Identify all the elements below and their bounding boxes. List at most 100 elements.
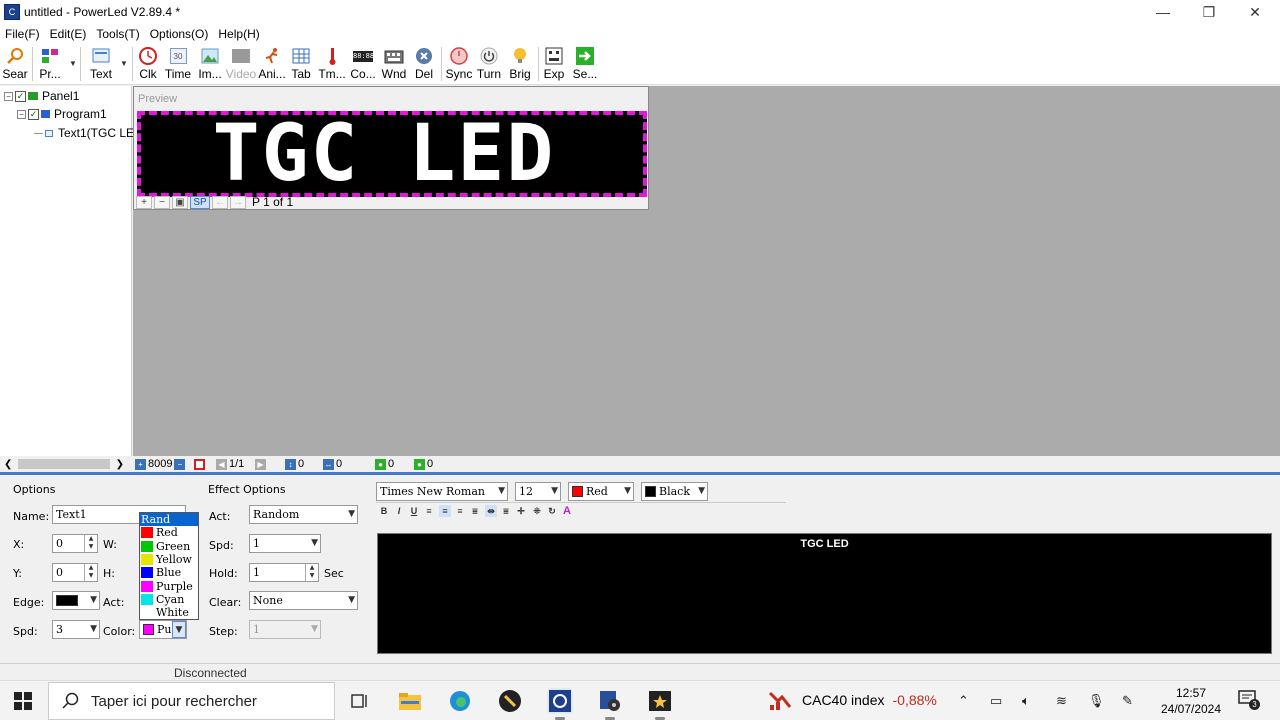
time-button[interactable]: 30 Time	[164, 45, 192, 83]
send-button[interactable]: Se...	[572, 45, 598, 83]
zoom-out-button[interactable]: −	[154, 195, 170, 209]
font-color-icon[interactable]: A	[561, 505, 573, 517]
color-dropdown-list[interactable]: Rand Red Green Yellow Blue Purple Cyan White	[139, 512, 199, 620]
minimize-icon[interactable]: —	[1140, 0, 1186, 24]
search-button[interactable]: Sear	[2, 45, 28, 83]
pen-icon[interactable]: ✎	[1122, 693, 1133, 709]
collapse-icon[interactable]: −	[4, 91, 13, 101]
checkbox-icon[interactable]: ✓	[15, 90, 26, 102]
microphone-icon[interactable]: 🎙︎	[1088, 693, 1105, 709]
back-color-select[interactable]: Black ▼	[641, 482, 708, 501]
font-size-select[interactable]: 12 ▼	[515, 482, 561, 501]
sync-button[interactable]: Sync	[446, 45, 472, 83]
counter-button[interactable]: 88:88 Co...	[350, 45, 376, 83]
effect-speed-select[interactable]: 1 ▼	[249, 534, 321, 553]
app-icon-dark[interactable]	[497, 688, 523, 714]
tree-node-text[interactable]: Text1(TGC LED	[34, 126, 143, 140]
edge-browser-icon[interactable]	[447, 688, 473, 714]
color-option[interactable]: Yellow	[140, 553, 198, 566]
video-button[interactable]: Video	[224, 45, 258, 83]
last-page-icon[interactable]: ▶	[255, 457, 268, 471]
checkbox-icon[interactable]: ✓	[28, 108, 39, 120]
step-select[interactable]: 1 ▼	[249, 620, 321, 639]
color-option[interactable]: Purple	[140, 579, 198, 593]
restore-icon[interactable]: ❐	[1186, 0, 1232, 24]
color-option[interactable]: Cyan	[140, 593, 198, 606]
tree-node-program[interactable]: − ✓ Program1	[17, 107, 107, 121]
underline-button[interactable]: U	[408, 505, 420, 517]
tree-node-panel[interactable]: − ✓ Panel1	[4, 89, 79, 103]
powerled-taskbar-icon[interactable]	[547, 688, 573, 720]
line-spacing-icon[interactable]: ⁜	[531, 505, 543, 517]
rotate-icon[interactable]: ↻	[546, 505, 558, 517]
tree-scrollbar[interactable]: ❮ ❯	[4, 457, 126, 471]
stock-widget[interactable]: CAC40 index -0,88%	[768, 689, 937, 711]
align-bottom-icon[interactable]: ⩸	[500, 505, 512, 517]
collapse-icon[interactable]: −	[17, 109, 26, 119]
color-option[interactable]: Red	[140, 526, 198, 539]
turn-button[interactable]: Turn	[476, 45, 502, 83]
notification-icon[interactable]: 3	[1238, 690, 1260, 710]
prev-page-icon[interactable]: ←	[212, 195, 228, 209]
preview-window[interactable]: Preview TGC LED + − ▣ SP ← → P 1 of 1	[133, 86, 649, 210]
scroll-left-icon[interactable]: ❮	[4, 459, 12, 470]
menu-options[interactable]: Options(O)	[145, 27, 214, 41]
align-middle-icon[interactable]: ⇹	[485, 505, 497, 517]
spacing-icon[interactable]: ✛	[515, 505, 527, 517]
clock-button[interactable]: Clk	[136, 45, 160, 83]
chevron-up-icon[interactable]: ⌃	[958, 693, 969, 709]
windows-start-icon[interactable]	[14, 692, 32, 710]
task-view-icon[interactable]	[347, 688, 373, 714]
x-input[interactable]: 0 ▲ ▼	[52, 534, 98, 553]
font-family-select[interactable]: Times New Roman ▼	[376, 482, 508, 501]
delete-button[interactable]: Del	[412, 45, 436, 83]
movie-app-icon[interactable]	[647, 688, 673, 720]
window-button[interactable]: Wnd	[380, 45, 408, 83]
spinner-icon[interactable]: ▲ ▼	[84, 535, 97, 552]
minus-icon[interactable]: −	[174, 458, 186, 470]
plus-icon[interactable]: +	[135, 458, 146, 470]
system-clock[interactable]: 12:57 24/07/2024	[1156, 685, 1226, 717]
color-option[interactable]: Green	[140, 540, 198, 553]
spinner-icon[interactable]: ▲ ▼	[84, 564, 97, 581]
menu-file[interactable]: File(F)	[0, 27, 45, 41]
align-center-icon[interactable]: ≡	[439, 505, 451, 517]
program-dropdown-icon[interactable]: ▼	[69, 59, 77, 68]
table-button[interactable]: Tab	[290, 45, 312, 83]
taskbar-search[interactable]: Taper ici pour rechercher	[48, 682, 335, 720]
align-top-icon[interactable]: ⩸	[469, 505, 481, 517]
text-editor[interactable]: TGC LED	[377, 533, 1272, 654]
export-button[interactable]: Exp	[542, 45, 566, 83]
animation-button[interactable]: Ani...	[258, 45, 286, 83]
spinner-icon[interactable]: ▲ ▼	[305, 564, 318, 581]
align-left-icon[interactable]: ≡	[423, 505, 435, 517]
first-page-icon[interactable]: ◀	[216, 458, 227, 470]
temperature-button[interactable]: Tm...	[318, 45, 346, 83]
italic-button[interactable]: I	[393, 505, 405, 517]
menu-help[interactable]: Help(H)	[213, 27, 264, 41]
hold-input[interactable]: 1 ▲ ▼	[249, 563, 319, 582]
battery-icon[interactable]: ▭	[990, 693, 1002, 709]
menu-edit[interactable]: Edit(E)	[45, 27, 92, 41]
sp-button[interactable]: SP	[190, 195, 210, 209]
volume-icon[interactable]: 🔈︎	[1022, 693, 1030, 709]
program-button[interactable]: Pr...	[36, 45, 64, 83]
menu-tools[interactable]: Tools(T)	[91, 27, 144, 41]
wifi-icon[interactable]: ≋	[1056, 693, 1067, 709]
color-select[interactable]: Pu ▼	[139, 620, 187, 639]
close-icon[interactable]: ✕	[1232, 0, 1278, 24]
next-page-icon[interactable]: →	[230, 195, 246, 209]
scrollbar-thumb[interactable]	[18, 459, 110, 469]
align-right-icon[interactable]: ≡	[454, 505, 466, 517]
clear-select[interactable]: None ▼	[249, 591, 358, 610]
fore-color-select[interactable]: Red ▼	[568, 482, 634, 501]
text-dropdown-icon[interactable]: ▼	[120, 59, 128, 68]
edge-select[interactable]: ▼	[52, 591, 100, 610]
color-option[interactable]: Rand	[140, 513, 198, 527]
zoom-in-button[interactable]: +	[136, 195, 152, 209]
y-input[interactable]: 0 ▲ ▼	[52, 563, 98, 582]
bold-button[interactable]: B	[378, 505, 390, 517]
fit-icon[interactable]: ▣	[172, 195, 188, 209]
brightness-button[interactable]: Brig	[507, 45, 533, 83]
scroll-right-icon[interactable]: ❯	[116, 459, 124, 470]
